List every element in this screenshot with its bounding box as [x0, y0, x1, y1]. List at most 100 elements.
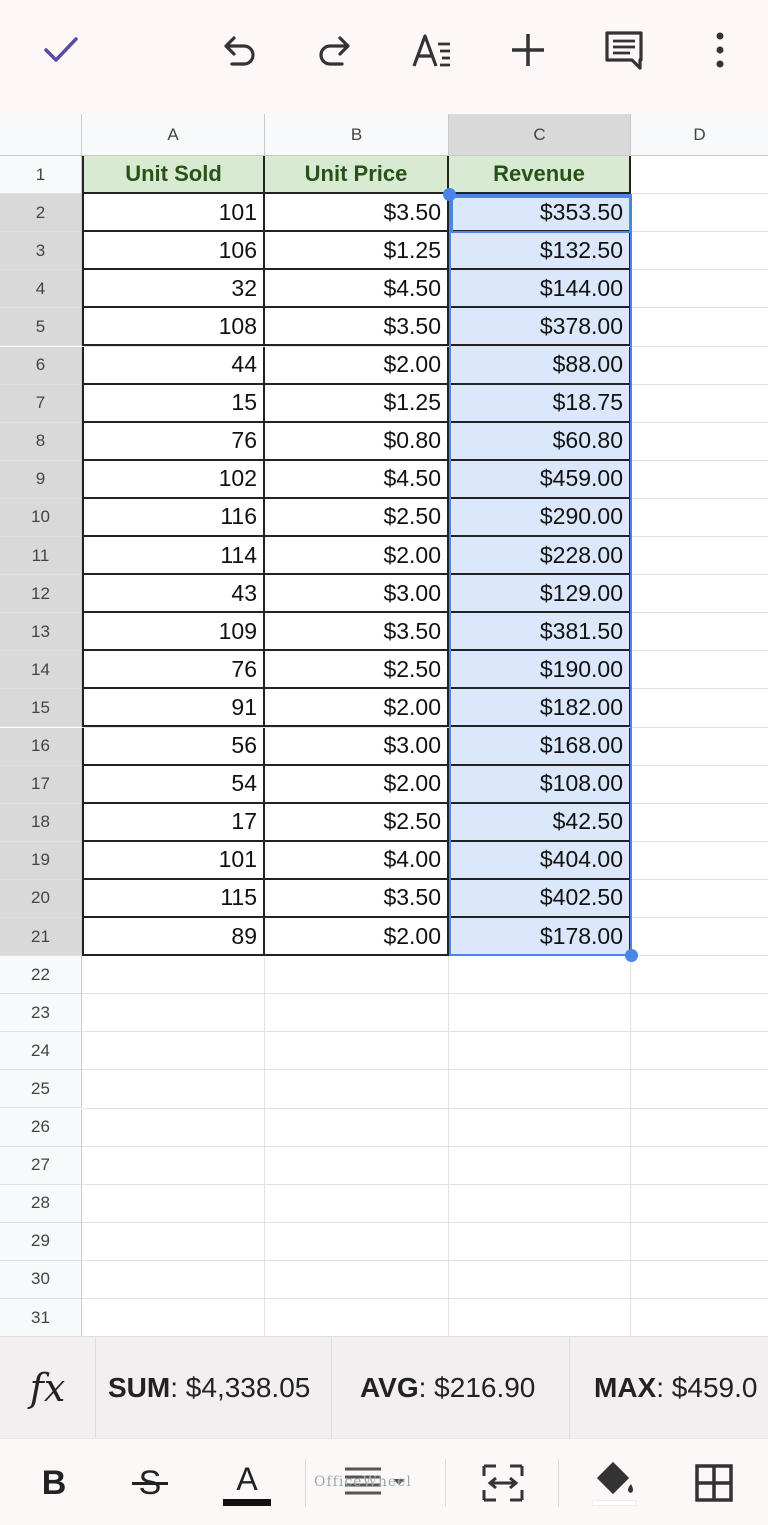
row-header[interactable]: 10	[0, 498, 82, 537]
row-header[interactable]: 25	[0, 1070, 82, 1109]
bold-icon[interactable]: B	[30, 1457, 78, 1509]
row-header[interactable]: 6	[0, 346, 82, 385]
unit-sold-cell[interactable]: 76	[82, 422, 265, 461]
text-format-icon[interactable]	[406, 24, 458, 76]
revenue-cell[interactable]: $60.80	[449, 422, 631, 461]
row-header[interactable]: 31	[0, 1299, 82, 1336]
unit-price-header[interactable]: Unit Price	[265, 156, 449, 195]
unit-sold-cell[interactable]: 89	[82, 918, 265, 957]
revenue-header[interactable]: Revenue	[449, 156, 631, 195]
unit-price-cell[interactable]: $3.00	[265, 727, 449, 766]
row-header[interactable]: 2	[0, 194, 82, 233]
row-header[interactable]: 29	[0, 1222, 82, 1261]
unit-price-cell[interactable]: $1.25	[265, 232, 449, 271]
unit-sold-cell[interactable]: 115	[82, 879, 265, 918]
row-header[interactable]: 27	[0, 1146, 82, 1185]
unit-sold-cell[interactable]: 44	[82, 346, 265, 385]
unit-sold-cell[interactable]: 114	[82, 537, 265, 576]
revenue-cell[interactable]: $129.00	[449, 575, 631, 614]
row-header[interactable]: 30	[0, 1260, 82, 1299]
revenue-cell[interactable]: $144.00	[449, 270, 631, 309]
sum-stat[interactable]: SUM: $4,338.05	[96, 1337, 332, 1438]
revenue-cell[interactable]: $228.00	[449, 537, 631, 576]
revenue-cell[interactable]: $108.00	[449, 765, 631, 804]
revenue-cell[interactable]: $178.00	[449, 918, 631, 957]
row-header[interactable]: 18	[0, 803, 82, 842]
unit-sold-cell[interactable]: 91	[82, 689, 265, 728]
unit-price-cell[interactable]: $4.00	[265, 841, 449, 880]
revenue-cell[interactable]: $18.75	[449, 384, 631, 423]
selection-handle-bottom[interactable]	[625, 949, 638, 962]
unit-sold-header[interactable]: Unit Sold	[82, 156, 265, 195]
unit-price-cell[interactable]: $4.50	[265, 270, 449, 309]
row-header[interactable]: 1	[0, 156, 82, 195]
row-header[interactable]: 23	[0, 994, 82, 1033]
revenue-cell[interactable]: $459.00	[449, 460, 631, 499]
fill-color-icon[interactable]	[588, 1457, 640, 1509]
row-header[interactable]: 3	[0, 232, 82, 271]
unit-price-cell[interactable]: $3.50	[265, 879, 449, 918]
revenue-cell[interactable]: $42.50	[449, 803, 631, 842]
unit-sold-cell[interactable]: 102	[82, 460, 265, 499]
revenue-cell[interactable]: $404.00	[449, 841, 631, 880]
unit-sold-cell[interactable]: 108	[82, 308, 265, 347]
unit-price-cell[interactable]: $2.00	[265, 537, 449, 576]
unit-price-cell[interactable]: $3.50	[265, 194, 449, 233]
unit-sold-cell[interactable]: 15	[82, 384, 265, 423]
row-header[interactable]: 17	[0, 765, 82, 804]
function-icon[interactable]: fx	[0, 1337, 96, 1438]
unit-sold-cell[interactable]: 32	[82, 270, 265, 309]
undo-icon[interactable]	[214, 24, 266, 76]
row-header[interactable]: 20	[0, 879, 82, 918]
spreadsheet-grid[interactable]: A B C D 1 2 3 4 5 6 7 8 9 10 11 12 13 14 15 16 17 18 19 20 2…	[0, 114, 768, 1336]
unit-sold-cell[interactable]: 101	[82, 194, 265, 233]
row-header[interactable]: 28	[0, 1184, 82, 1223]
max-stat[interactable]: MAX: $459.0	[570, 1337, 768, 1438]
row-header[interactable]: 14	[0, 651, 82, 690]
comment-icon[interactable]	[598, 24, 650, 76]
strikethrough-icon[interactable]: S	[126, 1457, 174, 1509]
row-header[interactable]: 8	[0, 422, 82, 461]
unit-price-cell[interactable]: $3.00	[265, 575, 449, 614]
row-header[interactable]: 26	[0, 1108, 82, 1147]
revenue-cell[interactable]: $190.00	[449, 651, 631, 690]
row-header[interactable]: 19	[0, 841, 82, 880]
row-header[interactable]: 5	[0, 308, 82, 347]
revenue-cell[interactable]: $168.00	[449, 727, 631, 766]
row-header[interactable]: 4	[0, 270, 82, 309]
unit-price-cell[interactable]: $2.50	[265, 651, 449, 690]
row-header[interactable]: 21	[0, 918, 82, 957]
row-header[interactable]: 15	[0, 689, 82, 728]
unit-sold-cell[interactable]: 116	[82, 498, 265, 537]
revenue-cell[interactable]: $290.00	[449, 498, 631, 537]
redo-icon[interactable]	[308, 24, 360, 76]
unit-sold-cell[interactable]: 106	[82, 232, 265, 271]
revenue-cell[interactable]: $378.00	[449, 308, 631, 347]
unit-price-cell[interactable]: $3.50	[265, 308, 449, 347]
unit-price-cell[interactable]: $2.00	[265, 918, 449, 957]
unit-price-cell[interactable]: $3.50	[265, 613, 449, 652]
unit-price-cell[interactable]: $2.00	[265, 689, 449, 728]
row-header[interactable]: 24	[0, 1032, 82, 1071]
unit-sold-cell[interactable]: 43	[82, 575, 265, 614]
unit-sold-cell[interactable]: 17	[82, 803, 265, 842]
selection-handle-top[interactable]	[443, 188, 456, 201]
row-header[interactable]: 13	[0, 613, 82, 652]
unit-sold-cell[interactable]: 56	[82, 727, 265, 766]
revenue-cell[interactable]: $182.00	[449, 689, 631, 728]
revenue-cell[interactable]: $88.00	[449, 346, 631, 385]
unit-price-cell[interactable]: $2.50	[265, 498, 449, 537]
insert-icon[interactable]	[502, 24, 554, 76]
unit-sold-cell[interactable]: 109	[82, 613, 265, 652]
borders-icon[interactable]	[688, 1457, 740, 1509]
column-header-d[interactable]: D	[631, 114, 768, 156]
column-header-a[interactable]: A	[82, 114, 265, 156]
row-header[interactable]: 7	[0, 384, 82, 423]
row-header[interactable]: 16	[0, 727, 82, 766]
unit-price-cell[interactable]: $1.25	[265, 384, 449, 423]
avg-stat[interactable]: AVG: $216.90	[332, 1337, 570, 1438]
unit-price-cell[interactable]: $4.50	[265, 460, 449, 499]
merge-cells-icon[interactable]	[478, 1457, 528, 1509]
unit-price-cell[interactable]: $2.00	[265, 765, 449, 804]
row-header[interactable]: 22	[0, 956, 82, 995]
